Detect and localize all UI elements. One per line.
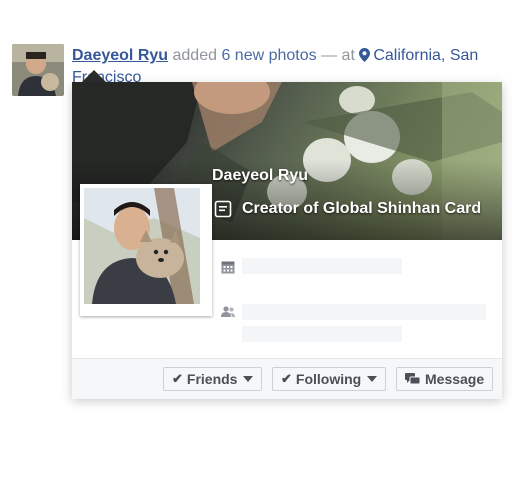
hovercard-actions: ✔ Friends ✔ Following Message: [72, 358, 502, 399]
profile-picture[interactable]: [80, 184, 212, 316]
friends-label: Friends: [186, 371, 238, 387]
check-icon: ✔: [281, 371, 292, 386]
actor-name-link[interactable]: Daeyeol Ryu: [72, 47, 168, 64]
info-row-friends: [220, 304, 486, 348]
story-separator: — at: [321, 47, 355, 64]
hovercard-caret: [82, 70, 106, 82]
friends-button[interactable]: ✔ Friends: [163, 367, 263, 391]
following-button[interactable]: ✔ Following: [272, 367, 387, 391]
story-verb: added: [172, 47, 218, 64]
info-row-calendar: [220, 258, 402, 280]
feed-avatar[interactable]: [12, 44, 64, 96]
message-icon: [405, 373, 420, 385]
profile-hovercard: Daeyeol Ryu Creator of Global Shinhan Ca…: [72, 82, 502, 399]
friends-icon: [221, 306, 235, 317]
hovercard-name[interactable]: Daeyeol Ryu: [212, 167, 308, 185]
message-label: Message: [425, 371, 485, 387]
check-icon: ✔: [172, 371, 183, 386]
calendar-icon: [221, 261, 235, 274]
calendar-placeholder: [242, 258, 402, 280]
work-line: Creator of Global Shinhan Card: [214, 200, 481, 218]
note-icon: [214, 200, 232, 218]
photos-link[interactable]: 6 new photos: [221, 47, 316, 64]
work-label: Creator of Global Shinhan Card: [242, 200, 482, 217]
chevron-down-icon: [367, 376, 378, 382]
message-button[interactable]: Message: [396, 367, 494, 391]
following-label: Following: [295, 371, 362, 387]
location-pin-icon: [359, 48, 371, 62]
chevron-down-icon: [243, 376, 254, 382]
friends-placeholder: [242, 304, 486, 348]
